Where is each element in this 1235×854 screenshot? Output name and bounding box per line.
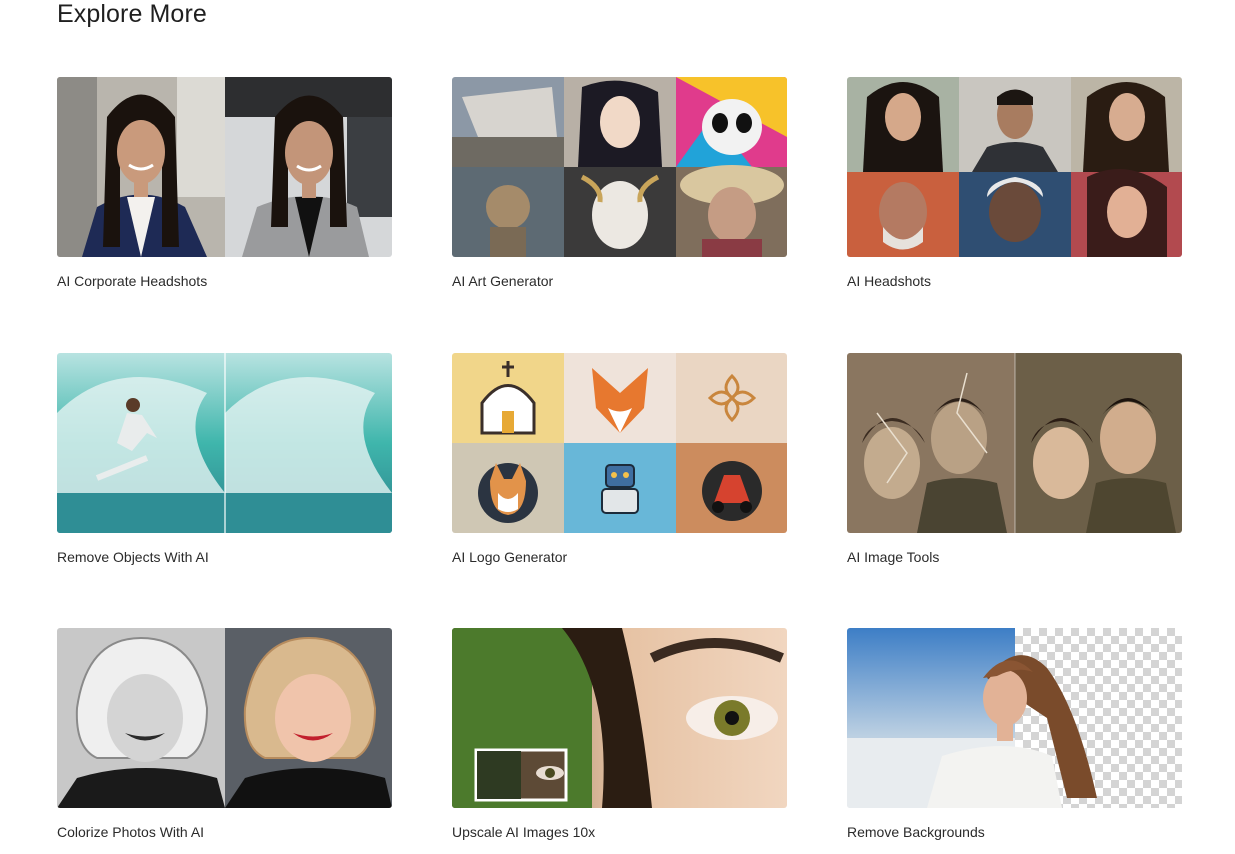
tool-card-ai-art-generator[interactable]: AI Art Generator [452, 77, 787, 289]
tool-card-upscale-images[interactable]: Upscale AI Images 10x [452, 628, 787, 840]
card-label[interactable]: AI Corporate Headshots [57, 273, 207, 289]
tool-card-ai-headshots[interactable]: AI Headshots [847, 77, 1182, 289]
card-label[interactable]: AI Headshots [847, 273, 931, 289]
headshots-image[interactable] [847, 77, 1182, 257]
colorize-photos-image[interactable] [57, 628, 392, 808]
corporate-headshots-image[interactable] [57, 77, 392, 257]
tool-card-ai-image-tools[interactable]: AI Image Tools [847, 353, 1182, 565]
card-label[interactable]: AI Image Tools [847, 549, 939, 565]
card-label[interactable]: Remove Backgrounds [847, 824, 985, 840]
card-label[interactable]: AI Logo Generator [452, 549, 567, 565]
logo-generator-image[interactable] [452, 353, 787, 533]
tool-card-remove-objects[interactable]: Remove Objects With AI [57, 353, 392, 565]
card-label[interactable]: AI Art Generator [452, 273, 553, 289]
page-title: Explore More [57, 0, 207, 28]
tool-card-ai-logo-generator[interactable]: AI Logo Generator [452, 353, 787, 565]
art-generator-image[interactable] [452, 77, 787, 257]
card-label[interactable]: Upscale AI Images 10x [452, 824, 595, 840]
tool-card-colorize-photos[interactable]: Colorize Photos With AI [57, 628, 392, 840]
remove-backgrounds-image[interactable] [847, 628, 1182, 808]
card-label[interactable]: Colorize Photos With AI [57, 824, 204, 840]
tool-card-ai-corporate-headshots[interactable]: AI Corporate Headshots [57, 77, 392, 289]
remove-objects-image[interactable] [57, 353, 392, 533]
image-tools-image[interactable] [847, 353, 1182, 533]
upscale-images-image[interactable] [452, 628, 787, 808]
card-label[interactable]: Remove Objects With AI [57, 549, 209, 565]
tool-card-remove-backgrounds[interactable]: Remove Backgrounds [847, 628, 1182, 840]
